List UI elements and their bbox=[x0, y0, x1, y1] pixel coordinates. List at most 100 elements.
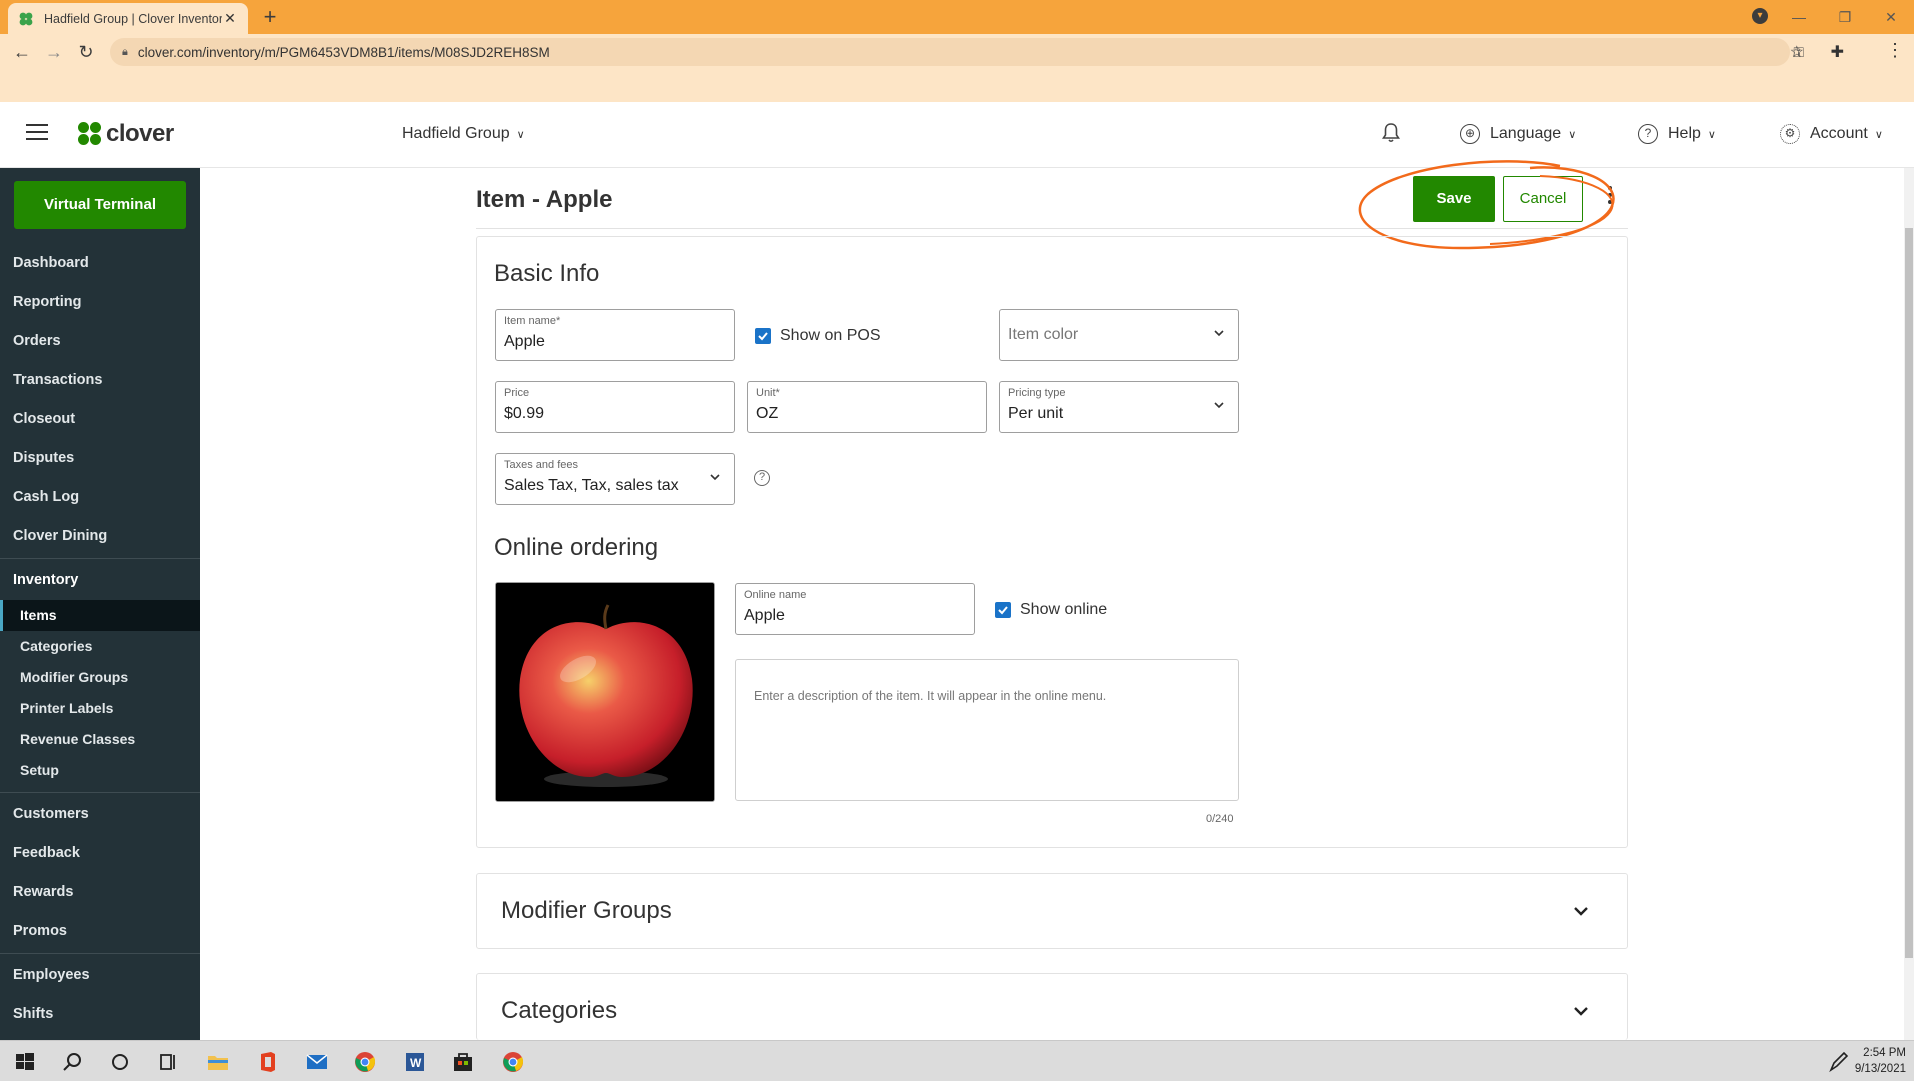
minimize-icon[interactable]: — bbox=[1776, 9, 1822, 25]
sidebar-item-orders[interactable]: Orders bbox=[0, 322, 200, 361]
description-placeholder: Enter a description of the item. It will… bbox=[754, 689, 1107, 703]
lock-icon: 🔒︎ bbox=[122, 45, 128, 58]
sidebar-item-reporting[interactable]: Reporting bbox=[0, 283, 200, 322]
sidebar-subitem-printer-labels[interactable]: Printer Labels bbox=[0, 693, 200, 724]
tab-title: Hadfield Group | Clover Inventory bbox=[44, 11, 222, 26]
modifier-groups-section[interactable]: Modifier Groups bbox=[476, 873, 1628, 949]
pricing-type-select[interactable]: Pricing type Per unit bbox=[999, 381, 1239, 433]
store-icon[interactable] bbox=[450, 1049, 476, 1075]
chevron-down-icon bbox=[1214, 402, 1224, 409]
pricing-type-label: Pricing type bbox=[1008, 387, 1066, 399]
item-image[interactable] bbox=[495, 582, 715, 802]
chevron-down-icon[interactable] bbox=[1573, 904, 1589, 918]
office-icon[interactable] bbox=[255, 1049, 281, 1075]
sidebar-subitem-items[interactable]: Items bbox=[0, 600, 200, 631]
help-circle-icon: ? bbox=[1638, 124, 1658, 144]
divider bbox=[476, 228, 1628, 229]
price-field[interactable]: Price $0.99 bbox=[495, 381, 735, 433]
description-textarea[interactable]: Enter a description of the item. It will… bbox=[735, 659, 1239, 801]
online-name-label: Online name bbox=[744, 589, 807, 601]
clock-time: 2:54 PM bbox=[1863, 1047, 1906, 1059]
bookmark-star-icon[interactable]: ☆ bbox=[1790, 42, 1804, 62]
categories-section[interactable]: Categories bbox=[476, 973, 1628, 1040]
sidebar-item-disputes[interactable]: Disputes bbox=[0, 439, 200, 478]
sidebar-item-employees[interactable]: Employees bbox=[0, 956, 200, 995]
help-label: Help bbox=[1668, 125, 1701, 142]
chevron-down-icon: ∨ bbox=[1568, 128, 1577, 141]
new-tab-icon[interactable]: + bbox=[258, 4, 282, 30]
sidebar-subitem-revenue-classes[interactable]: Revenue Classes bbox=[0, 724, 200, 755]
checkbox-checked-icon bbox=[995, 602, 1011, 618]
pen-icon[interactable] bbox=[1826, 1049, 1852, 1075]
page-scrollbar[interactable] bbox=[1904, 168, 1914, 1040]
forward-icon[interactable]: → bbox=[42, 40, 66, 64]
taxes-and-fees-select[interactable]: Taxes and fees Sales Tax, Tax, sales tax bbox=[495, 453, 735, 505]
show-on-pos-checkbox[interactable]: Show on POS bbox=[755, 327, 881, 345]
sidebar-item-feedback[interactable]: Feedback bbox=[0, 834, 200, 873]
browser-menu-icon[interactable]: ⋮ bbox=[1886, 40, 1904, 61]
browser-tab[interactable]: Hadfield Group | Clover Inventory ✕ bbox=[8, 3, 248, 34]
hamburger-menu-icon[interactable] bbox=[26, 124, 48, 142]
chrome-active-icon[interactable] bbox=[500, 1049, 526, 1075]
url-field[interactable]: 🔒︎ clover.com/inventory/m/PGM6453VDM8B1/… bbox=[110, 38, 1790, 66]
sidebar-item-rewards[interactable]: Rewards bbox=[0, 873, 200, 912]
clover-logo[interactable]: clover bbox=[78, 120, 174, 148]
show-online-checkbox[interactable]: Show online bbox=[995, 601, 1107, 619]
apple-image bbox=[496, 583, 714, 801]
sidebar-item-customers[interactable]: Customers bbox=[0, 795, 200, 834]
clock-date: 9/13/2021 bbox=[1854, 1063, 1906, 1075]
sidebar-nav: Dashboard Reporting Orders Transactions … bbox=[0, 244, 200, 1034]
basic-info-heading: Basic Info bbox=[494, 260, 600, 287]
sidebar-subitem-setup[interactable]: Setup bbox=[0, 755, 200, 786]
task-view-icon[interactable] bbox=[155, 1049, 181, 1075]
window-close-icon[interactable]: ✕ bbox=[1868, 9, 1914, 26]
scrollbar-thumb[interactable] bbox=[1905, 228, 1913, 958]
sidebar-subitem-categories[interactable]: Categories bbox=[0, 631, 200, 662]
online-name-value: Apple bbox=[744, 607, 785, 624]
online-name-field[interactable]: Online name Apple bbox=[735, 583, 975, 635]
price-label: Price bbox=[504, 387, 530, 399]
mail-icon[interactable] bbox=[304, 1049, 330, 1075]
unit-field[interactable]: Unit* OZ bbox=[747, 381, 987, 433]
modifier-groups-heading: Modifier Groups bbox=[501, 897, 672, 924]
sidebar-item-promos[interactable]: Promos bbox=[0, 912, 200, 951]
more-options-icon[interactable] bbox=[1600, 186, 1620, 210]
chevron-down-icon[interactable] bbox=[1573, 1004, 1589, 1018]
sidebar-item-clover-dining[interactable]: Clover Dining bbox=[0, 517, 200, 556]
word-icon[interactable]: W bbox=[402, 1049, 428, 1075]
save-button[interactable]: Save bbox=[1413, 176, 1495, 222]
sidebar-item-shifts[interactable]: Shifts bbox=[0, 995, 200, 1034]
taskbar-clock[interactable]: 2:54 PM 9/13/2021 bbox=[1855, 1045, 1906, 1077]
back-icon[interactable]: ← bbox=[10, 40, 34, 64]
close-tab-icon[interactable]: ✕ bbox=[222, 10, 238, 27]
notifications-bell-icon[interactable] bbox=[1382, 122, 1400, 144]
search-icon[interactable] bbox=[60, 1049, 86, 1075]
language-menu[interactable]: ⊕ Language ∨ bbox=[1460, 124, 1576, 144]
windows-start-icon[interactable] bbox=[12, 1049, 38, 1075]
file-explorer-icon[interactable] bbox=[205, 1049, 231, 1075]
account-menu[interactable]: ⚙ Account ∨ bbox=[1780, 124, 1883, 144]
restore-icon[interactable]: ❐ bbox=[1822, 9, 1868, 26]
reload-icon[interactable]: ↻ bbox=[74, 40, 98, 64]
show-online-label: Show online bbox=[1020, 601, 1108, 618]
cortana-icon[interactable] bbox=[107, 1049, 133, 1075]
taxes-label: Taxes and fees bbox=[504, 459, 578, 471]
virtual-terminal-button[interactable]: Virtual Terminal bbox=[14, 181, 186, 229]
sidebar-item-closeout[interactable]: Closeout bbox=[0, 400, 200, 439]
extensions-puzzle-icon[interactable]: ✚ bbox=[1831, 42, 1844, 62]
chevron-down-icon: ∨ bbox=[516, 129, 525, 141]
item-color-select[interactable]: Item color bbox=[999, 309, 1239, 361]
url-text: clover.com/inventory/m/PGM6453VDM8B1/ite… bbox=[137, 44, 550, 60]
sidebar-item-dashboard[interactable]: Dashboard bbox=[0, 244, 200, 283]
sidebar-item-inventory[interactable]: Inventory bbox=[0, 561, 200, 600]
help-circle-icon[interactable]: ? bbox=[754, 470, 770, 486]
profile-icon[interactable]: ▾ bbox=[1752, 8, 1768, 24]
cancel-button[interactable]: Cancel bbox=[1503, 176, 1583, 222]
sidebar-subitem-modifier-groups[interactable]: Modifier Groups bbox=[0, 662, 200, 693]
sidebar-item-cash-log[interactable]: Cash Log bbox=[0, 478, 200, 517]
chrome-icon[interactable] bbox=[352, 1049, 378, 1075]
sidebar-item-transactions[interactable]: Transactions bbox=[0, 361, 200, 400]
item-name-field[interactable]: Item name* Apple bbox=[495, 309, 735, 361]
merchant-selector[interactable]: Hadfield Group ∨ bbox=[402, 125, 525, 143]
help-menu[interactable]: ? Help ∨ bbox=[1638, 124, 1716, 144]
